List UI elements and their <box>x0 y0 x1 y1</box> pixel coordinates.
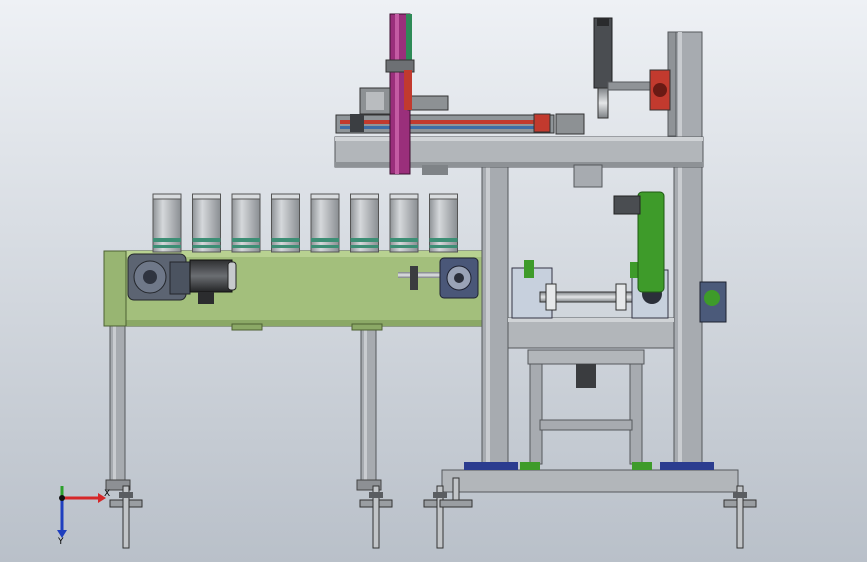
cad-viewport[interactable]: X Y <box>0 0 867 562</box>
main-frame-left-column <box>481 165 509 467</box>
side-gearbox <box>699 281 727 323</box>
belt-drive <box>613 191 665 293</box>
x-axis-label: X <box>104 489 110 499</box>
can <box>271 193 300 253</box>
can <box>231 193 261 253</box>
can <box>310 193 340 253</box>
leveling-foot <box>359 485 393 549</box>
conveyor-right-leg <box>356 325 382 491</box>
coordinate-triad-icon: X Y <box>57 486 110 547</box>
leveling-foot <box>109 485 143 549</box>
can-row <box>152 193 458 253</box>
can <box>429 193 458 253</box>
spindle-motor <box>649 69 671 111</box>
base-plate <box>441 462 739 493</box>
can <box>152 193 182 253</box>
mid-crossbeam <box>507 317 675 349</box>
lower-gripper <box>422 164 603 188</box>
main-frame-right-column <box>667 31 703 467</box>
can <box>389 193 419 253</box>
leveling-foot <box>723 485 757 549</box>
lower-stand <box>527 349 645 465</box>
gripper-carriage <box>359 70 449 115</box>
can <box>192 193 221 253</box>
linear-gantry-module <box>335 113 585 135</box>
leveling-foot <box>423 485 457 549</box>
y-axis-label: Y <box>57 537 64 547</box>
conveyor-left-leg <box>105 325 131 491</box>
conveyor-gearbox <box>127 253 191 301</box>
can <box>350 193 379 253</box>
assembly-drawing: X Y <box>57 13 757 549</box>
